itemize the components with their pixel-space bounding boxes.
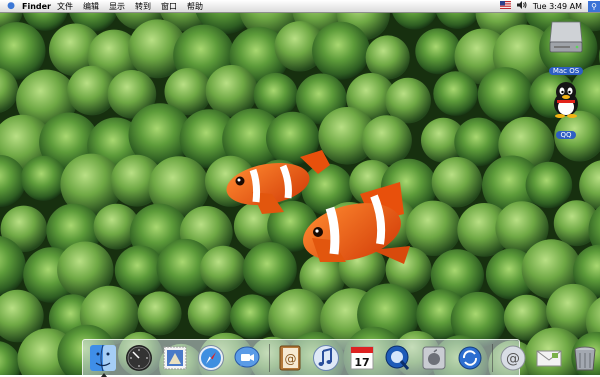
ical-calendar-icon: 17 — [348, 344, 376, 372]
desktop-icon-qq[interactable]: QQ — [540, 80, 592, 141]
menu-extras: Tue 3:49 AM ⚲ — [494, 1, 600, 12]
anemone-blob — [526, 162, 573, 209]
menu-edit[interactable]: 编辑 — [83, 1, 99, 12]
volume-icon[interactable] — [517, 1, 527, 11]
desktop-wallpaper — [0, 0, 600, 375]
anemone-blob — [312, 22, 370, 80]
mail-envelope-icon — [535, 344, 563, 372]
finder-icon — [89, 344, 117, 372]
apple-prefs-icon — [420, 344, 448, 372]
anemone-blob — [230, 294, 274, 338]
quicktime-icon — [384, 344, 412, 372]
dock-dashboard[interactable] — [125, 344, 153, 372]
mail-stamp-icon — [161, 344, 189, 372]
dashboard-icon — [125, 344, 153, 372]
anemone-blob — [243, 242, 297, 296]
dock-safari[interactable] — [197, 344, 225, 372]
at-sign-icon: @ — [499, 344, 527, 372]
desktop-icon-macos[interactable]: Mac OS — [540, 16, 592, 77]
svg-text:@: @ — [285, 352, 297, 366]
anemone-blob — [478, 67, 533, 122]
dock-system-prefs[interactable] — [420, 344, 448, 372]
ichat-video-icon — [233, 344, 261, 372]
dock-network[interactable]: @ — [499, 344, 527, 372]
dock-mail[interactable] — [161, 344, 189, 372]
dock-finder[interactable] — [89, 344, 117, 372]
apple-icon[interactable]: ● — [4, 1, 18, 11]
dock-divider — [269, 344, 270, 372]
safari-compass-icon — [197, 344, 225, 372]
trash-icon — [571, 344, 599, 372]
dock-trash[interactable] — [571, 344, 599, 372]
menu-help[interactable]: 帮助 — [187, 1, 203, 12]
desktop-icon-label: QQ — [556, 131, 575, 139]
svg-text:@: @ — [506, 351, 520, 367]
us-flag-icon[interactable] — [500, 1, 511, 11]
anemone-blob — [138, 291, 182, 335]
hard-drive-icon — [548, 16, 584, 54]
anemone-blob — [366, 35, 410, 79]
spotlight-icon[interactable]: ⚲ — [588, 1, 600, 12]
sync-icon — [456, 344, 484, 372]
dock-ical[interactable]: 17 — [348, 344, 376, 372]
dock-itunes[interactable] — [312, 344, 340, 372]
menu-go[interactable]: 转到 — [135, 1, 151, 12]
qq-penguin-icon — [548, 80, 584, 118]
anemone-blob — [362, 115, 412, 165]
dock-address-book[interactable]: @ — [276, 344, 304, 372]
dock-quicktime[interactable] — [384, 344, 412, 372]
anemone-blob — [415, 28, 461, 74]
menu-clock[interactable]: Tue 3:49 AM — [533, 2, 582, 11]
ical-date: 17 — [354, 356, 369, 369]
dock-ichat[interactable] — [233, 344, 261, 372]
dock-mail-doc[interactable] — [535, 344, 563, 372]
menu-window[interactable]: 窗口 — [161, 1, 177, 12]
address-book-icon: @ — [276, 344, 304, 372]
menu-file[interactable]: 文件 — [57, 1, 73, 12]
menu-view[interactable]: 显示 — [109, 1, 125, 12]
dock-sync[interactable] — [456, 344, 484, 372]
anemone-blob — [21, 156, 66, 201]
dock-divider — [492, 344, 493, 372]
menu-bar: ● Finder 文件 编辑 显示 转到 窗口 帮助 Tue 3:49 AM ⚲ — [0, 0, 600, 13]
anemone-blob — [188, 292, 233, 337]
anemone-blob — [433, 71, 478, 116]
dock: @ 17 — [82, 339, 520, 375]
itunes-note-icon — [312, 344, 340, 372]
anemone-blob — [432, 157, 482, 207]
desktop-icon-label: Mac OS — [549, 67, 583, 75]
menu-finder[interactable]: Finder — [22, 2, 51, 11]
anemone-blob — [200, 246, 246, 292]
